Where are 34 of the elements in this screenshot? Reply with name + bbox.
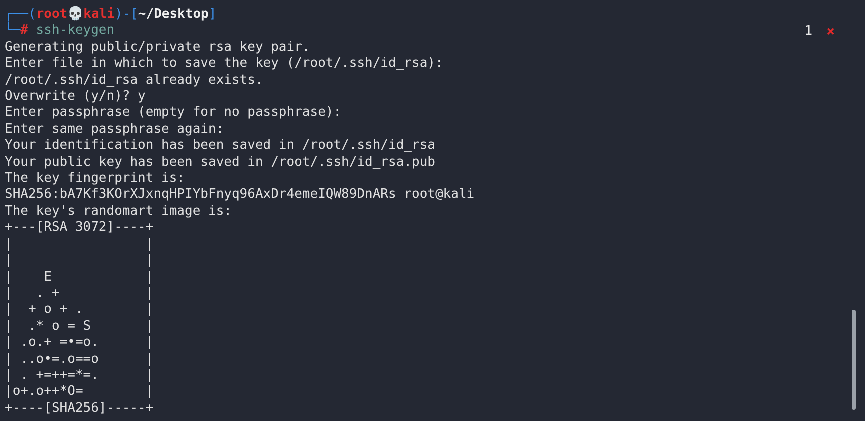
- output-line: +---[RSA 3072]----+: [5, 220, 154, 237]
- output-line: +----[SHA256]-----+: [5, 400, 154, 418]
- output-line: | E |: [5, 270, 154, 286]
- prompt-text: )-[: [114, 7, 138, 24]
- prompt-text: root💀kali: [36, 7, 115, 24]
- output-line: | ..o•=.o==o |: [5, 352, 154, 368]
- output-line: Your identification has been saved in /root/.ssh/id_rsa: [5, 138, 436, 155]
- output-line: | .o.+ =•=o. |: [5, 335, 154, 352]
- close-button[interactable]: ×: [826, 24, 835, 40]
- output-line: The key fingerprint is:: [5, 171, 186, 188]
- prompt-text: #: [20, 23, 28, 40]
- output-line: |o+.o++*O= |: [5, 384, 154, 401]
- output-line: Overwrite (y/n)? y: [5, 89, 146, 106]
- output-line: Enter same passphrase again:: [5, 122, 224, 138]
- prompt-text: └─: [5, 23, 21, 40]
- prompt-text: ~/Desktop: [138, 7, 209, 24]
- prompt-text: ┌──(: [5, 7, 36, 22]
- output-line: SHA256:bA7Kf3KOrXJxnqHPIYbFnyq96AxDr4emeIQW89DnARs root@kali: [5, 187, 475, 204]
- output-line: | . +=++=*=. |: [5, 368, 154, 384]
- output-line: The key's randomart image is:: [5, 204, 232, 220]
- output-line: | .* o = S |: [5, 318, 154, 336]
- prompt-text: ]: [208, 7, 217, 24]
- output-line: | |: [5, 236, 154, 254]
- output-line: Generating public/private rsa key pair.: [5, 40, 310, 56]
- scrollbar[interactable]: [852, 310, 856, 410]
- command-text: ssh-keygen: [35, 23, 115, 40]
- output-line: Enter file in which to save the key (/root/.ssh/id_rsa):: [5, 56, 444, 73]
- output-line: /root/.ssh/id_rsa already exists.: [5, 72, 264, 90]
- output-line: | . + |: [5, 286, 154, 302]
- output-line: Your public key has been saved in /root/.ssh/id_rsa.pub: [5, 154, 436, 172]
- tab-count: 1: [804, 24, 813, 40]
- output-line: Enter passphrase (empty for no passphrase):: [5, 105, 342, 122]
- output-line: | + o + . |: [5, 302, 154, 319]
- output-line: | |: [5, 253, 154, 270]
